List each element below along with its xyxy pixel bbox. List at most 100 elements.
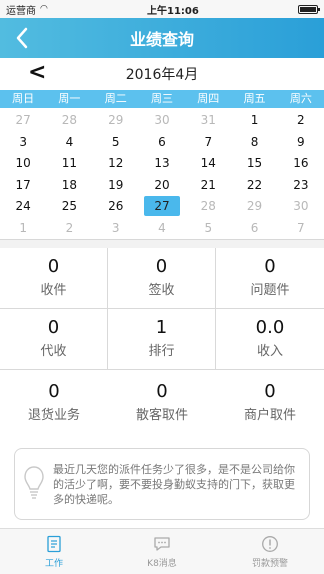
calendar-day-number: 7 bbox=[297, 220, 305, 235]
calendar-week-row: 17 18 19 20 21 22 23 bbox=[0, 175, 324, 197]
calendar-day-number: 31 bbox=[200, 113, 216, 127]
stat-label: 问题件 bbox=[250, 283, 290, 298]
calendar-day[interactable]: 22 bbox=[231, 175, 277, 197]
calendar-day-number: 3 bbox=[111, 220, 120, 235]
calendar-day-number: 4 bbox=[65, 134, 74, 149]
calendar-day-number: 21 bbox=[200, 177, 216, 192]
calendar-day[interactable]: 27 bbox=[0, 110, 46, 132]
calendar-day[interactable]: 1 bbox=[0, 218, 46, 240]
status-time: 上午11:06 bbox=[147, 5, 199, 17]
stat-label: 散客取件 bbox=[135, 408, 188, 423]
calendar-day[interactable]: 6 bbox=[231, 218, 277, 240]
calendar-day[interactable]: 2 bbox=[46, 218, 92, 240]
calendar-day[interactable]: 4 bbox=[46, 132, 92, 154]
calendar-day-number: 27 bbox=[143, 196, 180, 216]
calendar-day-number: 5 bbox=[111, 134, 120, 149]
calendar-day[interactable]: 15 bbox=[231, 153, 277, 175]
stat-value: 0 bbox=[264, 256, 276, 277]
page-title: 业绩查询 bbox=[129, 30, 194, 49]
calendar-day[interactable]: 31 bbox=[185, 110, 231, 132]
calendar-day[interactable]: 28 bbox=[185, 196, 231, 218]
calendar-day-number: 9 bbox=[297, 134, 305, 149]
calendar-day-number: 28 bbox=[200, 199, 216, 213]
calendar-day[interactable]: 10 bbox=[0, 153, 46, 175]
stat-cell[interactable]: 0 代收 bbox=[0, 309, 108, 370]
calendar-day[interactable]: 16 bbox=[278, 153, 324, 175]
calendar-day-number: 29 bbox=[108, 113, 124, 127]
weekday-label: 周五 bbox=[243, 92, 266, 105]
stat-label: 收入 bbox=[256, 344, 283, 359]
calendar-day[interactable]: 3 bbox=[0, 132, 46, 154]
calendar-day[interactable]: 19 bbox=[93, 175, 139, 197]
stat-label: 排行 bbox=[148, 344, 175, 359]
calendar-day[interactable]: 9 bbox=[278, 132, 324, 154]
lightbulb-icon bbox=[24, 466, 44, 499]
weekday-row: 周日 周一 周二 周三 周四 周五 周六 bbox=[0, 90, 324, 108]
calendar-day-number: 22 bbox=[246, 177, 263, 192]
calendar-day[interactable]: 21 bbox=[185, 175, 231, 197]
calendar-day-number: 6 bbox=[158, 134, 166, 149]
tab-label: K8消息 bbox=[147, 558, 177, 569]
calendar-day[interactable]: 28 bbox=[46, 110, 92, 132]
calendar-day-number: 10 bbox=[15, 156, 31, 170]
calendar-day-number: 20 bbox=[154, 177, 170, 192]
tab-k8-messages[interactable]: K8消息 bbox=[108, 529, 216, 574]
calendar-day[interactable]: 1 bbox=[231, 110, 277, 132]
calendar-day-number: 12 bbox=[108, 156, 124, 170]
calendar-day[interactable]: 12 bbox=[93, 153, 139, 175]
calendar-week-row: 3 4 5 6 7 8 9 bbox=[0, 132, 324, 154]
calendar-day[interactable]: 11 bbox=[46, 153, 92, 175]
calendar-day[interactable]: 14 bbox=[185, 153, 231, 175]
calendar-day-number: 3 bbox=[19, 134, 27, 149]
calendar-day[interactable]: 26 bbox=[93, 196, 139, 218]
weekday-label: 周日 bbox=[12, 92, 35, 105]
calendar-day[interactable]: 30 bbox=[278, 196, 324, 218]
calendar-day[interactable]: 30 bbox=[139, 110, 185, 132]
calendar-day[interactable]: 23 bbox=[278, 175, 324, 197]
calendar-day-number: 14 bbox=[200, 156, 216, 170]
calendar-day[interactable]: 7 bbox=[278, 218, 324, 240]
calendar-day[interactable]: 5 bbox=[185, 218, 231, 240]
calendar-day[interactable]: 6 bbox=[139, 132, 185, 154]
weekday-label: 周二 bbox=[104, 92, 127, 105]
calendar-day[interactable]: 3 bbox=[93, 218, 139, 240]
stat-cell[interactable]: 1 排行 bbox=[108, 309, 216, 370]
tab-work[interactable]: 工作 bbox=[0, 529, 108, 574]
calendar-day-selected[interactable]: 27 bbox=[139, 196, 185, 218]
back-button[interactable] bbox=[8, 24, 36, 52]
calendar-day[interactable]: 4 bbox=[139, 218, 185, 240]
calendar-day[interactable]: 5 bbox=[93, 132, 139, 154]
stat-cell[interactable]: 0 收件 bbox=[0, 248, 108, 309]
calendar-day-number: 30 bbox=[293, 199, 309, 213]
calendar-day-number: 13 bbox=[154, 156, 170, 170]
tab-fine-alert[interactable]: 罚款预警 bbox=[216, 529, 324, 574]
stat-cell[interactable]: 0 签收 bbox=[108, 248, 216, 309]
stat-value: 0 bbox=[47, 256, 60, 277]
calendar-day[interactable]: 17 bbox=[0, 175, 46, 197]
calendar-day[interactable]: 2 bbox=[278, 110, 324, 132]
status-bar: 运营商 ◠ 上午11:06 bbox=[0, 0, 324, 18]
stat-cell[interactable]: 0 问题件 bbox=[216, 248, 324, 309]
weekday-label: 周六 bbox=[289, 92, 312, 105]
calendar-day[interactable]: 8 bbox=[231, 132, 277, 154]
calendar-day-number: 5 bbox=[204, 220, 213, 235]
tab-label: 罚款预警 bbox=[251, 558, 288, 569]
calendar-day[interactable]: 20 bbox=[139, 175, 185, 197]
stat-cell[interactable]: 0.0 收入 bbox=[216, 309, 324, 370]
stat-label: 收件 bbox=[40, 283, 67, 298]
stat-cell[interactable]: 0 散客取件 bbox=[108, 370, 216, 436]
prev-month-button[interactable]: < bbox=[28, 60, 46, 85]
calendar-day[interactable]: 18 bbox=[46, 175, 92, 197]
stat-value: 0 bbox=[48, 381, 60, 402]
calendar-day[interactable]: 29 bbox=[93, 110, 139, 132]
stat-cell[interactable]: 0 商户取件 bbox=[216, 370, 324, 436]
calendar-day-number: 11 bbox=[61, 156, 78, 170]
calendar-day[interactable]: 13 bbox=[139, 153, 185, 175]
calendar-day[interactable]: 29 bbox=[231, 196, 277, 218]
calendar-day[interactable]: 24 bbox=[0, 196, 46, 218]
weekday-label: 周三 bbox=[150, 92, 173, 105]
stat-cell[interactable]: 0 退货业务 bbox=[0, 370, 108, 436]
calendar-day[interactable]: 25 bbox=[46, 196, 92, 218]
stats-grid: 0 收件 0 签收 0 问题件 0 代收 1 排行 0.0 收入 bbox=[0, 248, 324, 370]
calendar-day[interactable]: 7 bbox=[185, 132, 231, 154]
